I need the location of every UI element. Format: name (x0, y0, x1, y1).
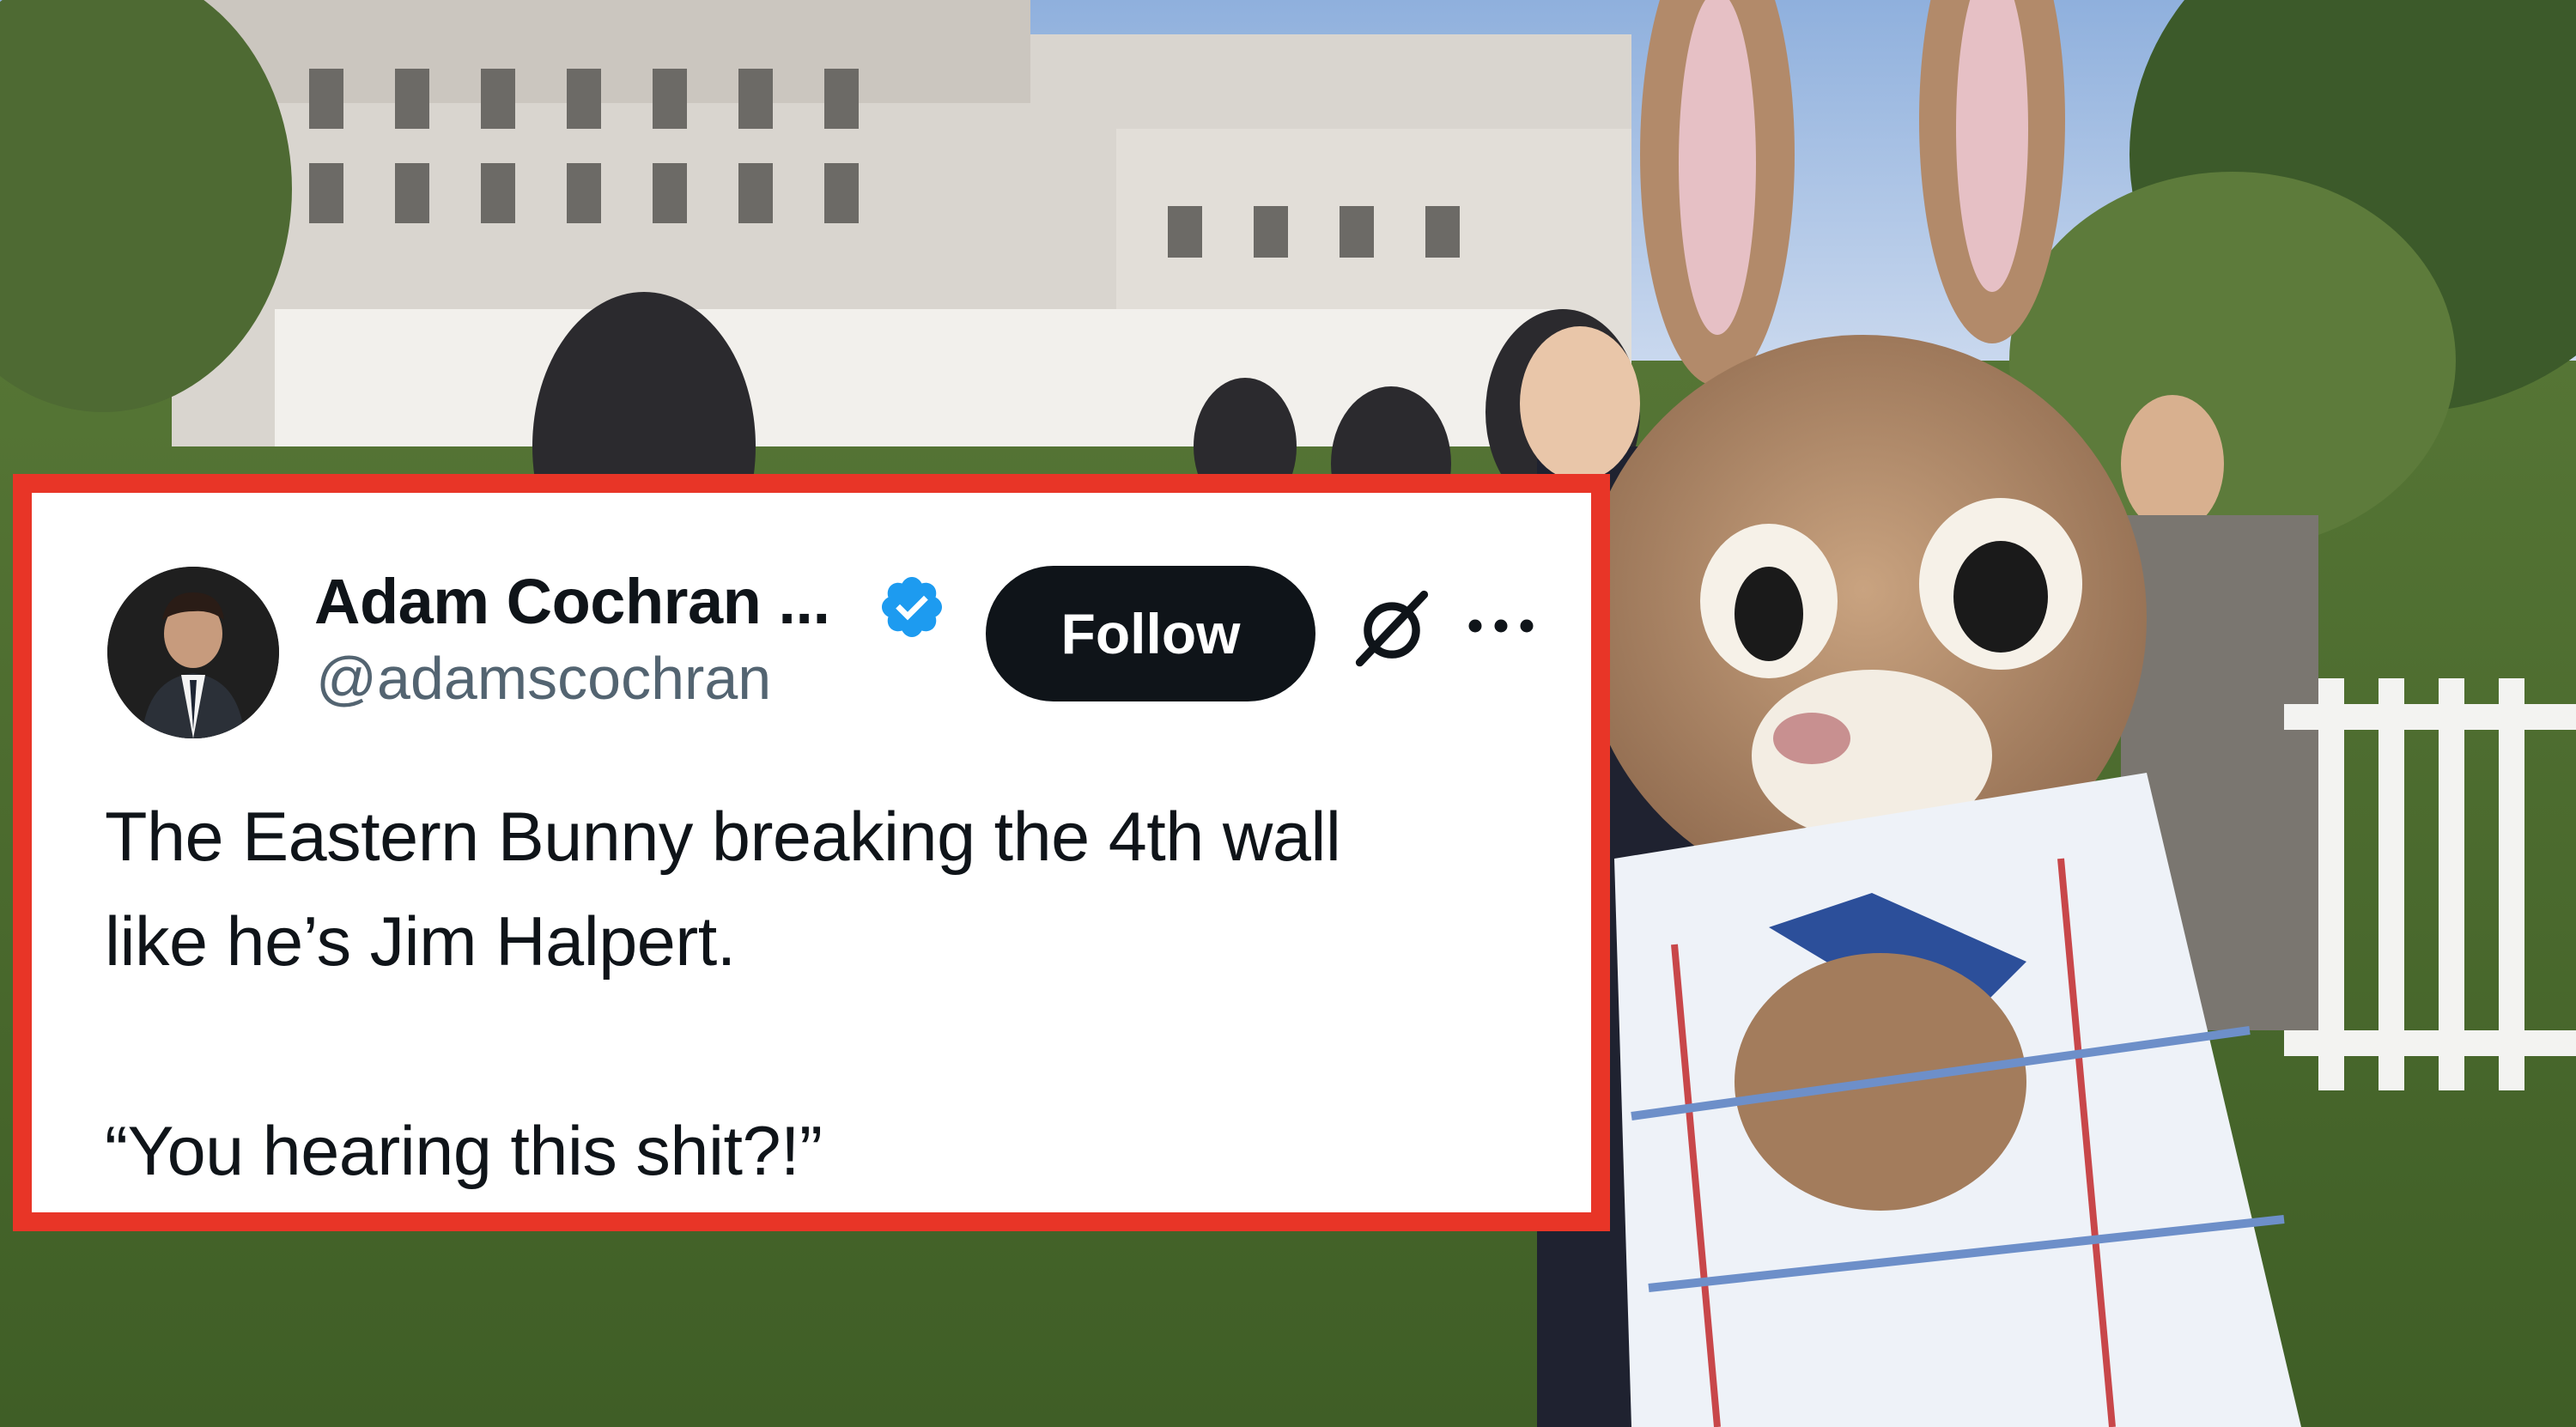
x-logo-icon[interactable] (1347, 582, 1437, 671)
building-shape (172, 0, 1631, 446)
author-name[interactable]: Adam Cochran ... (314, 565, 830, 638)
more-options-icon[interactable] (1462, 600, 1540, 652)
tweet-card: Adam Cochran ... @adamscochran Follow Th… (32, 493, 1591, 1212)
follow-button[interactable]: Follow (986, 566, 1315, 701)
tweet-text-quote: “You hearing this shit?!” (105, 1113, 823, 1190)
tweet-text: The Eastern Bunny breaking the 4th wall … (105, 785, 1564, 1204)
tweet-text-line: like he’s Jim Halpert. (105, 903, 736, 981)
tweet-text-line: The Eastern Bunny breaking the 4th wall (105, 799, 1341, 876)
avatar[interactable] (107, 567, 279, 738)
tweet-screenshot-frame: Adam Cochran ... @adamscochran Follow Th… (13, 474, 1610, 1231)
author-handle[interactable]: @adamscochran (316, 644, 771, 713)
verified-badge-icon (881, 576, 943, 638)
avatar-photo (107, 567, 279, 738)
